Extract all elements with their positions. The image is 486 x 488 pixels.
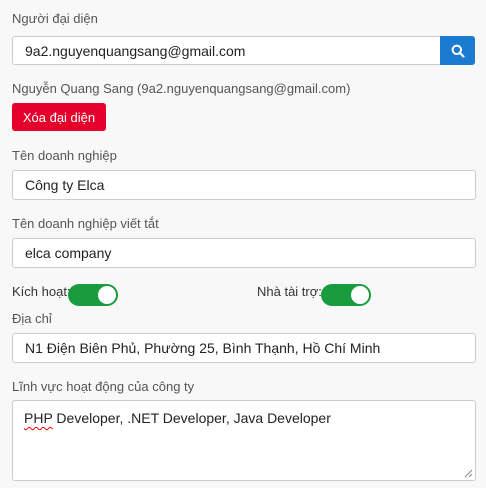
field-value-rest: Developer, .NET Developer, Java Develope…: [52, 410, 331, 426]
representative-email-input[interactable]: 9a2.nguyenquangsang@gmail.com: [12, 36, 442, 65]
resize-grip-icon[interactable]: [464, 469, 473, 478]
business-name-value: Công ty Elca: [25, 177, 105, 193]
short-name-label: Tên doanh nghiệp viết tắt: [12, 216, 159, 231]
address-input[interactable]: N1 Điện Biên Phủ, Phường 25, Bình Thạnh,…: [12, 333, 476, 363]
sponsor-toggle-label: Nhà tài trợ:: [257, 284, 322, 299]
representative-label: Người đại diện: [12, 11, 98, 26]
short-name-value: elca company: [25, 245, 112, 261]
field-textarea[interactable]: PHP Developer, .NET Developer, Java Deve…: [12, 400, 476, 481]
delete-representative-button[interactable]: Xóa đại diện: [12, 103, 106, 131]
toggle-knob: [351, 286, 369, 304]
business-name-label: Tên doanh nghiệp: [12, 148, 117, 163]
search-button[interactable]: [440, 36, 475, 65]
sponsor-toggle[interactable]: [321, 284, 371, 306]
field-value-first-word: PHP: [24, 410, 53, 426]
business-name-input[interactable]: Công ty Elca: [12, 170, 476, 200]
active-toggle-label: Kích hoạt:: [12, 284, 71, 299]
address-label: Địa chỉ: [12, 311, 52, 326]
field-label: Lĩnh vực hoạt động của công ty: [12, 379, 195, 394]
toggle-knob: [98, 286, 116, 304]
selected-representative-text: Nguyễn Quang Sang (9a2.nguyenquangsang@g…: [12, 81, 351, 96]
search-icon: [451, 44, 465, 58]
representative-email-value: 9a2.nguyenquangsang@gmail.com: [25, 42, 246, 59]
active-toggle[interactable]: [68, 284, 118, 306]
short-name-input[interactable]: elca company: [12, 238, 476, 268]
address-value: N1 Điện Biên Phủ, Phường 25, Bình Thạnh,…: [25, 340, 381, 356]
